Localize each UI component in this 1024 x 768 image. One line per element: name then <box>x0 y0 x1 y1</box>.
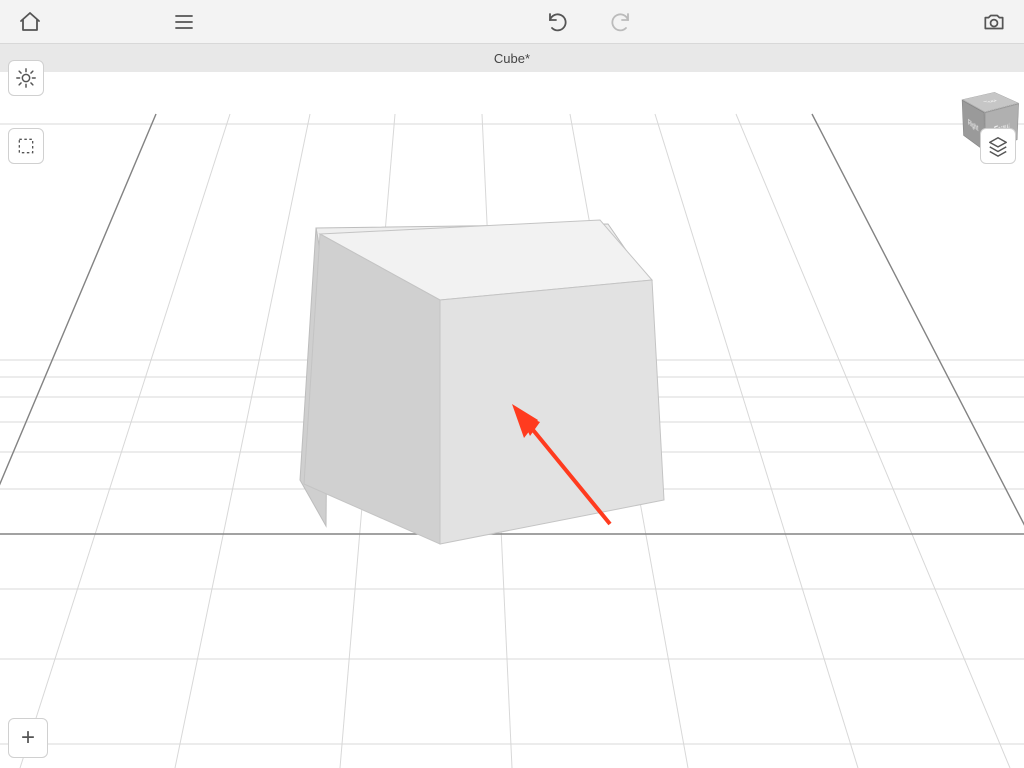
add-button[interactable]: + <box>8 718 48 758</box>
viewport[interactable]: Top Front Right <box>0 44 1024 768</box>
cube[interactable] <box>304 220 664 544</box>
environment-button[interactable] <box>8 60 44 96</box>
top-toolbar <box>0 0 1024 44</box>
document-title-bar: Cube* <box>0 44 1024 72</box>
layers-button[interactable] <box>980 128 1016 164</box>
camera-button[interactable] <box>972 0 1016 44</box>
undo-button[interactable] <box>536 0 580 44</box>
view-cube-right-label: Right <box>968 117 979 132</box>
plus-icon: + <box>21 724 35 752</box>
layers-icon <box>987 135 1009 157</box>
selection-button[interactable] <box>8 128 44 164</box>
selection-icon <box>16 136 36 156</box>
menu-button[interactable] <box>162 0 206 44</box>
redo-button[interactable] <box>598 0 642 44</box>
scene[interactable] <box>0 44 1024 768</box>
sun-icon <box>15 67 37 89</box>
home-button[interactable] <box>8 0 52 44</box>
document-title: Cube* <box>494 51 530 66</box>
view-cube-top-label: Top <box>982 99 998 104</box>
